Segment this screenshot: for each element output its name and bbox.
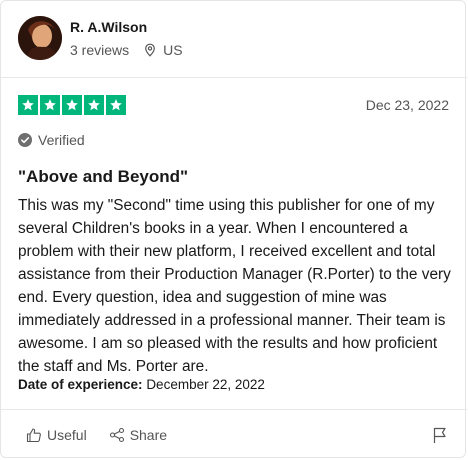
review-date: Dec 23, 2022 <box>365 97 449 113</box>
star-icon <box>106 95 126 115</box>
reviewer-name[interactable]: R. A.Wilson <box>70 19 147 35</box>
share-label: Share <box>129 427 168 443</box>
review-card: R. A.Wilson 3 reviews US Dec 23, 2022 Ve… <box>0 0 467 458</box>
location-pin-icon <box>145 43 156 57</box>
reviews-count: 3 reviews <box>70 42 130 58</box>
reviewer-avatar[interactable] <box>18 16 62 60</box>
share-icon <box>109 427 124 443</box>
verified-label: Verified <box>38 132 85 148</box>
header-divider <box>1 77 467 78</box>
star-rating <box>18 95 126 115</box>
review-actions: Useful Share <box>26 427 189 443</box>
share-button[interactable]: Share <box>109 427 167 443</box>
date-of-experience: Date of experience: December 22, 2022 <box>18 377 265 392</box>
reviewer-header: R. A.Wilson 3 reviews US <box>18 16 458 64</box>
verified-badge[interactable]: Verified <box>18 132 85 148</box>
star-icon <box>62 95 82 115</box>
footer-divider <box>1 409 467 410</box>
thumbs-up-icon <box>26 428 41 443</box>
star-icon <box>18 95 38 115</box>
useful-button[interactable]: Useful <box>26 427 87 443</box>
experience-label: Date of experience: <box>18 377 143 392</box>
reviewer-country: US <box>163 42 183 58</box>
star-icon <box>40 95 60 115</box>
reviewer-meta: 3 reviews US <box>70 42 183 58</box>
review-title[interactable]: "Above and Beyond" <box>18 167 188 187</box>
useful-label: Useful <box>47 427 87 443</box>
review-body: This was my "Second" time using this pub… <box>18 197 451 375</box>
flag-icon[interactable] <box>431 426 449 444</box>
experience-date: December 22, 2022 <box>146 377 265 392</box>
check-circle-icon <box>18 133 32 147</box>
star-icon <box>84 95 104 115</box>
